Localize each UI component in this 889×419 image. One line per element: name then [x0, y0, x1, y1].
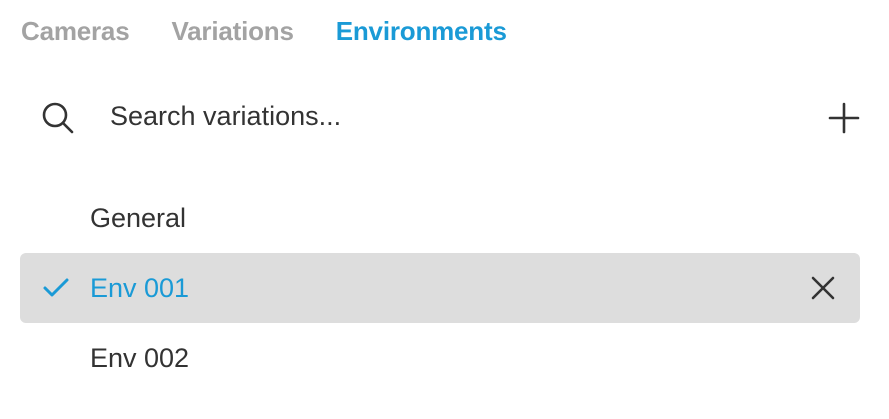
environment-list: General Env 001 Env 002: [20, 183, 860, 393]
tab-variations[interactable]: Variations: [171, 14, 293, 48]
list-item-general[interactable]: General: [20, 183, 860, 253]
search-input[interactable]: [110, 96, 750, 136]
list-item-label: Env 002: [90, 343, 190, 373]
tab-bar: Cameras Variations Environments: [21, 14, 507, 48]
list-item-env-001[interactable]: Env 001: [20, 253, 860, 323]
plus-icon[interactable]: [826, 100, 862, 136]
close-icon[interactable]: [810, 275, 836, 301]
tab-environments[interactable]: Environments: [336, 14, 507, 48]
list-item-label: General: [90, 203, 187, 233]
list-item-env-002[interactable]: Env 002: [20, 323, 860, 393]
search-bar: [0, 88, 889, 144]
tab-cameras[interactable]: Cameras: [21, 14, 130, 48]
check-icon: [43, 278, 69, 297]
list-item-label: Env 001: [90, 273, 190, 303]
search-icon: [42, 102, 74, 134]
